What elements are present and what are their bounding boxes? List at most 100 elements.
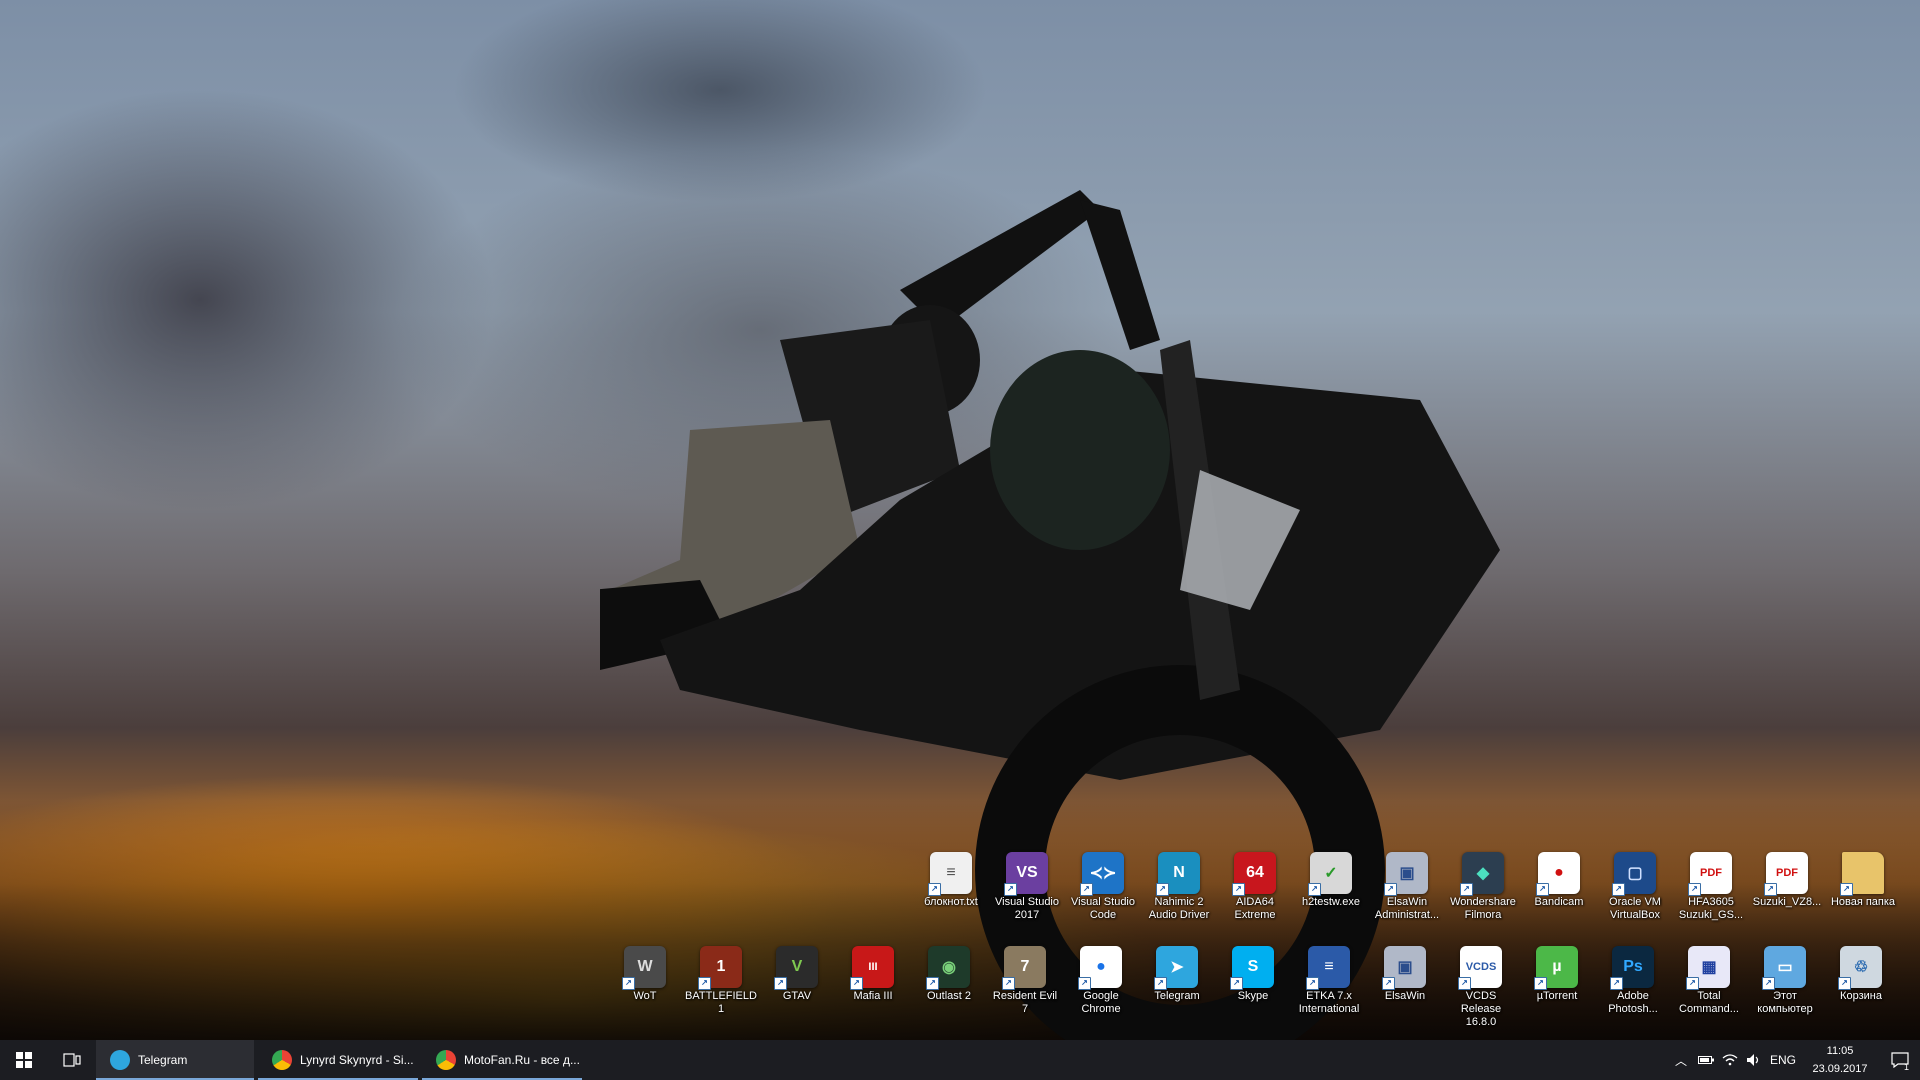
desktop-shortcut[interactable]: ◆ ↗ Wondershare Filmora [1446,846,1520,940]
shortcut-arrow-icon: ↗ [1002,977,1015,990]
taskbar-app-chrome-2[interactable]: MotoFan.Ru - все д... [422,1040,582,1080]
shortcut-arrow-icon: ↗ [622,977,635,990]
desktop-shortcut[interactable]: ● ↗ Bandicam [1522,846,1596,940]
shortcut-arrow-icon: ↗ [928,883,941,896]
clock-date: 23.09.2017 [1812,1063,1868,1075]
skype-icon: S ↗ [1230,946,1274,990]
taskbar-app-label: MotoFan.Ru - все д... [464,1053,580,1067]
desktop-shortcut[interactable]: N ↗ Nahimic 2 Audio Driver [1142,846,1216,940]
taskbar: Telegram Lynyrd Skynyrd - Si... MotoFan.… [0,1040,1920,1080]
shortcut-arrow-icon: ↗ [1080,883,1093,896]
taskbar-app-chrome-1[interactable]: Lynyrd Skynyrd - Si... [258,1040,418,1080]
desktop-shortcut-label: Adobe Photosh... [1608,990,1658,1015]
bandicam-icon: ● ↗ [1536,852,1580,896]
desktop-shortcut[interactable]: ▣ ↗ ElsaWin [1368,940,1442,1034]
taskbar-app-telegram[interactable]: Telegram [96,1040,254,1080]
battery-tray-icon[interactable] [1694,1040,1718,1080]
desktop-shortcut[interactable]: ↗ Новая папка [1826,846,1900,940]
desktop-shortcut[interactable]: ● ↗ Google Chrome [1064,940,1138,1034]
icon-glyph: ◉ [942,959,956,976]
desktop-shortcut[interactable]: ▢ ↗ Oracle VM VirtualBox [1598,846,1672,940]
desktop-shortcut[interactable]: ♲ ↗ Корзина [1824,940,1898,1034]
desktop-shortcut[interactable]: ≺≻ ↗ Visual Studio Code [1066,846,1140,940]
show-hidden-icons-button[interactable]: ︿ [1668,1040,1694,1080]
windows-logo-icon [16,1052,32,1068]
clock-time: 11:05 [1826,1045,1854,1057]
icon-glyph: ≡ [1324,958,1334,975]
action-center-button[interactable]: 1 [1880,1040,1920,1080]
desktop-shortcut[interactable]: S ↗ Skype [1216,940,1290,1034]
desktop-shortcut-label: BATTLEFIELD 1 [685,990,757,1015]
shortcut-arrow-icon: ↗ [850,977,863,990]
desktop-shortcut-label: Google Chrome [1081,990,1121,1015]
battery-icon [1698,1056,1714,1064]
shortcut-arrow-icon: ↗ [1308,883,1321,896]
desktop-shortcut[interactable]: µ ↗ µTorrent [1520,940,1594,1034]
start-button[interactable] [0,1040,48,1080]
desktop-shortcut-label: Bandicam [1534,896,1584,908]
desktop-shortcut[interactable]: ➤ ↗ Telegram [1140,940,1214,1034]
desktop-shortcut[interactable]: III ↗ Mafia III [836,940,910,1034]
desktop-shortcut[interactable]: VS ↗ Visual Studio 2017 [990,846,1064,940]
desktop-shortcut[interactable]: W ↗ WoT [608,940,682,1034]
desktop-shortcut-label: Этот компьютер [1757,990,1813,1015]
desktop-shortcut[interactable]: V ↗ GTAV [760,940,834,1034]
desktop-shortcut-label: Корзина [1840,990,1882,1002]
desktop-shortcut-label: Suzuki_VZ8... [1752,896,1822,908]
shortcut-arrow-icon: ↗ [1078,977,1091,990]
telegram-icon [110,1050,130,1070]
desktop-shortcut[interactable]: ≡ ↗ ETKA 7.x International [1292,940,1366,1034]
icon-glyph: ▦ [1701,959,1717,976]
desktop-shortcut[interactable]: VCDS ↗ VCDS Release 16.8.0 [1444,940,1518,1034]
desktop-shortcut-label: Total Command... [1679,990,1739,1015]
telegram-icon: ➤ ↗ [1154,946,1198,990]
volume-tray-icon[interactable] [1742,1040,1766,1080]
pdf-icon: PDF ↗ [1764,852,1808,896]
desktop-shortcut[interactable]: ▭ ↗ Этот компьютер [1748,940,1822,1034]
desktop-shortcut-label: ElsaWin Administrat... [1374,896,1440,921]
desktop-shortcut[interactable]: 7 ↗ Resident Evil 7 [988,940,1062,1034]
chrome-icon: ● ↗ [1078,946,1122,990]
desktop-shortcut[interactable]: 1 ↗ BATTLEFIELD 1 [684,940,758,1034]
icon-glyph: ▣ [1397,959,1413,976]
elsawin-admin-icon: ▣ ↗ [1384,852,1428,896]
desktop-shortcut[interactable]: ▣ ↗ ElsaWin Administrat... [1370,846,1444,940]
icon-glyph: 64 [1246,864,1264,881]
icon-glyph: PDF [1700,867,1722,879]
aida64-icon: 64 ↗ [1232,852,1276,896]
shortcut-arrow-icon: ↗ [1536,883,1549,896]
desktop-shortcut[interactable]: ◉ ↗ Outlast 2 [912,940,986,1034]
clock[interactable]: 11:05 23.09.2017 [1800,1042,1880,1078]
desktop-shortcut-label: Mafia III [853,990,893,1002]
shortcut-arrow-icon: ↗ [1688,883,1701,896]
desktop-shortcut[interactable]: PDF ↗ Suzuki_VZ8... [1750,846,1824,940]
task-view-button[interactable] [48,1040,96,1080]
desktop-shortcut[interactable]: 64 ↗ AIDA64 Extreme [1218,846,1292,940]
this-pc-icon: ▭ ↗ [1762,946,1806,990]
desktop-shortcut[interactable]: ≡ ↗ блокнот.txt [914,846,988,940]
shortcut-arrow-icon: ↗ [1306,977,1319,990]
icon-glyph: V [791,958,803,975]
shortcut-arrow-icon: ↗ [1610,977,1623,990]
shortcut-arrow-icon: ↗ [1764,883,1777,896]
desktop-shortcut-label: h2testw.exe [1301,896,1361,908]
desktop-shortcut-label: Telegram [1154,990,1200,1002]
desktop-shortcut[interactable]: ▦ ↗ Total Command... [1672,940,1746,1034]
icon-glyph: ● [1554,864,1564,881]
desktop-shortcut-label: ETKA 7.x International [1298,990,1360,1015]
desktop-shortcut-label: Wondershare Filmora [1450,896,1516,921]
icon-glyph: ▣ [1399,865,1415,882]
chevron-up-icon: ︿ [1674,1053,1687,1068]
shortcut-arrow-icon: ↗ [1460,883,1473,896]
elsawin-icon: ▣ ↗ [1382,946,1426,990]
notification-count: 1 [1904,1062,1910,1072]
desktop-shortcut[interactable]: ✓ ↗ h2testw.exe [1294,846,1368,940]
desktop-shortcut[interactable]: Ps ↗ Adobe Photosh... [1596,940,1670,1034]
icon-glyph: Ps [1623,958,1643,975]
desktop-shortcut-label: Новая папка [1830,896,1896,908]
desktop-shortcut-label: WoT [633,990,657,1002]
wifi-tray-icon[interactable] [1718,1040,1742,1080]
desktop-shortcut[interactable]: PDF ↗ HFA3605 Suzuki_GS... [1674,846,1748,940]
resident-evil-icon: 7 ↗ [1002,946,1046,990]
language-indicator[interactable]: ENG [1768,1040,1798,1080]
